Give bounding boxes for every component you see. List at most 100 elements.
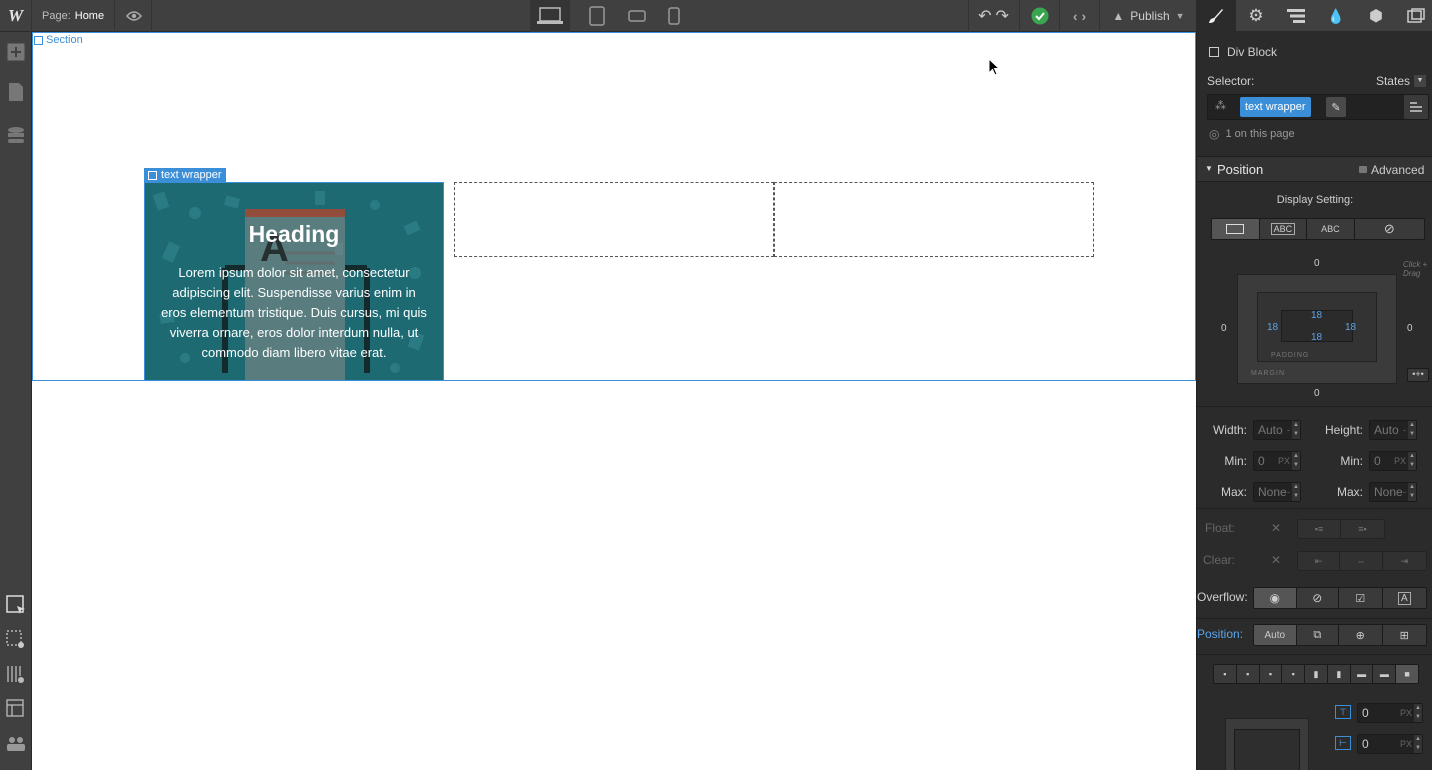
add-element-icon[interactable] [4, 40, 28, 64]
padding-left-value[interactable]: 18 [1267, 322, 1278, 333]
min-width-input[interactable]: 0 PX ▲ ▼ [1253, 451, 1301, 471]
settings-gear-icon[interactable]: ⚙ [1236, 0, 1276, 32]
tablet-breakpoint-icon[interactable] [577, 0, 617, 32]
margin-label: MARGIN [1251, 370, 1285, 377]
grid-overlay-icon[interactable] [4, 662, 28, 686]
float-label: Float: [1204, 521, 1235, 535]
publish-label: Publish [1130, 9, 1170, 23]
min-height-label: Min: [1340, 454, 1363, 468]
select-cursor-icon[interactable] [4, 593, 28, 617]
interactions-icon[interactable] [1396, 0, 1432, 32]
card-heading[interactable]: Heading [145, 221, 443, 248]
clear-left-button[interactable]: ⇤ [1298, 552, 1341, 570]
padding-bottom-value[interactable]: 18 [1311, 332, 1322, 343]
more-options-icon[interactable]: •+• [1407, 368, 1429, 382]
overflow-scroll-icon[interactable]: ☑ [1339, 588, 1383, 608]
preset-full[interactable]: ■ [1396, 665, 1418, 683]
preset-top-right[interactable]: ▪ [1236, 665, 1260, 683]
float-right-button[interactable]: ≡▪ [1341, 520, 1384, 538]
display-setting-label: Display Setting: [1276, 194, 1354, 206]
users-icon[interactable] [4, 732, 28, 756]
float-none-icon[interactable]: ✕ [1271, 521, 1281, 535]
states-dropdown[interactable]: States ▼ [1376, 74, 1426, 88]
empty-div-block-2[interactable] [774, 182, 1094, 257]
float-left-button[interactable]: ▪≡ [1298, 520, 1342, 538]
chevron-down-icon: ▼ [1175, 11, 1185, 21]
display-inline-button[interactable]: ABC [1307, 219, 1355, 239]
display-none-button[interactable]: ⊘ [1354, 219, 1424, 239]
position-section-header[interactable]: ▼ Position Advanced [1197, 156, 1432, 182]
layout-preview-icon[interactable] [4, 697, 28, 721]
clear-none-icon[interactable]: ✕ [1271, 553, 1281, 567]
page-selector[interactable]: Page: Home [32, 0, 115, 32]
clear-both-button[interactable]: ⇔ [1340, 552, 1383, 570]
margin-right-value[interactable]: 0 [1407, 323, 1413, 334]
overflow-auto-icon[interactable]: A [1382, 588, 1426, 608]
redo-icon[interactable]: ↷ [996, 6, 1009, 26]
pages-icon[interactable] [4, 80, 28, 104]
position-auto-button[interactable]: Auto [1254, 625, 1297, 645]
selector-tag[interactable]: text wrapper [1240, 97, 1311, 117]
max-width-input[interactable]: None - ▲ ▼ [1253, 482, 1301, 502]
selector-label: Selector: [1207, 74, 1255, 88]
overflow-hidden-icon[interactable]: ⊘ [1296, 588, 1340, 608]
min-height-input[interactable]: 0 PX ▲ ▼ [1369, 451, 1417, 471]
position-relative-icon[interactable]: ⧉ [1296, 625, 1340, 645]
text-wrapper-card[interactable]: A Heading Lorem ipsum dolor sit amet, co… [144, 182, 444, 381]
selector-menu-icon[interactable] [1404, 95, 1428, 119]
box-model-editor[interactable]: PADDING MARGIN 18 18 18 18 [1237, 274, 1397, 384]
navigator-icon[interactable] [1276, 0, 1316, 32]
show-hidden-elements-icon[interactable] [4, 628, 28, 652]
desktop-breakpoint-icon[interactable] [530, 0, 570, 32]
preset-bottom-right[interactable]: ▪ [1282, 665, 1306, 683]
click-drag-hint: Click + Drag [1403, 260, 1428, 278]
offset-left-input[interactable]: 0 PX ▲ ▼ [1357, 734, 1423, 754]
empty-div-block-1[interactable] [454, 182, 774, 257]
swatches-drops-icon[interactable]: 💧 [1316, 0, 1356, 32]
display-inline-block-button[interactable]: ABC [1259, 219, 1308, 239]
mobile-landscape-breakpoint-icon[interactable] [617, 0, 657, 32]
undo-icon[interactable]: ↶ [978, 6, 991, 26]
offset-top-input[interactable]: 0 PX ▲ ▼ [1357, 703, 1423, 723]
card-paragraph[interactable]: Lorem ipsum dolor sit amet, consectetur … [159, 263, 429, 363]
style-panel-brush-icon[interactable] [1196, 0, 1236, 32]
webflow-logo[interactable]: W [0, 0, 32, 32]
padding-top-value[interactable]: 18 [1311, 310, 1322, 321]
preset-right[interactable]: ▮ [1327, 665, 1351, 683]
code-export-icon[interactable]: ‹ › [1059, 0, 1099, 32]
advanced-toggle[interactable] [1359, 166, 1367, 173]
preset-top-left[interactable]: ▪ [1214, 665, 1237, 683]
max-height-input[interactable]: None - ▲ ▼ [1369, 482, 1417, 502]
margin-top-value[interactable]: 0 [1314, 258, 1320, 269]
width-input[interactable]: Auto - ▲ ▼ [1253, 420, 1301, 440]
save-status[interactable] [1019, 0, 1059, 32]
clear-right-button[interactable]: ⇥ [1382, 552, 1426, 570]
text-wrapper-label-text: text wrapper [161, 169, 222, 181]
preset-bottom[interactable]: ▬ [1350, 665, 1374, 683]
overflow-visible-eye-icon[interactable]: ◉ [1254, 588, 1297, 608]
height-input[interactable]: Auto - ▲ ▼ [1369, 420, 1417, 440]
padding-right-value[interactable]: 18 [1345, 322, 1356, 333]
cms-database-icon[interactable] [4, 124, 28, 148]
position-absolute-icon[interactable]: ⊕ [1339, 625, 1383, 645]
preset-top[interactable]: ▬ [1373, 665, 1397, 683]
offset-box[interactable] [1225, 718, 1309, 770]
preview-eye-icon[interactable] [116, 0, 152, 32]
margin-bottom-value[interactable]: 0 [1314, 388, 1320, 399]
float-buttons: ▪≡ ≡▪ [1297, 519, 1385, 539]
mobile-portrait-breakpoint-icon[interactable] [654, 0, 694, 32]
design-canvas[interactable]: Section text wrapper A Heading Lorem ips… [32, 32, 1196, 770]
position-fixed-icon[interactable]: ⊞ [1382, 625, 1426, 645]
publish-button[interactable]: ▲ Publish ▼ [1099, 0, 1197, 32]
display-block-button[interactable] [1212, 219, 1260, 239]
preset-left[interactable]: ▮ [1305, 665, 1328, 683]
position-preset-buttons: ▪ ▪ ▪ ▪ ▮ ▮ ▬ ▬ ■ [1213, 664, 1419, 684]
margin-left-value[interactable]: 0 [1221, 323, 1227, 334]
target-icon: ◎ [1209, 127, 1220, 141]
padding-label: PADDING [1271, 352, 1310, 359]
selector-field[interactable]: ⁂ text wrapper ✎ [1207, 94, 1429, 120]
assets-box-icon[interactable]: ⬢ [1356, 0, 1396, 32]
preset-bottom-left[interactable]: ▪ [1259, 665, 1283, 683]
position-section-title: Position [1217, 162, 1264, 177]
edit-selector-pencil-icon[interactable]: ✎ [1326, 97, 1346, 117]
